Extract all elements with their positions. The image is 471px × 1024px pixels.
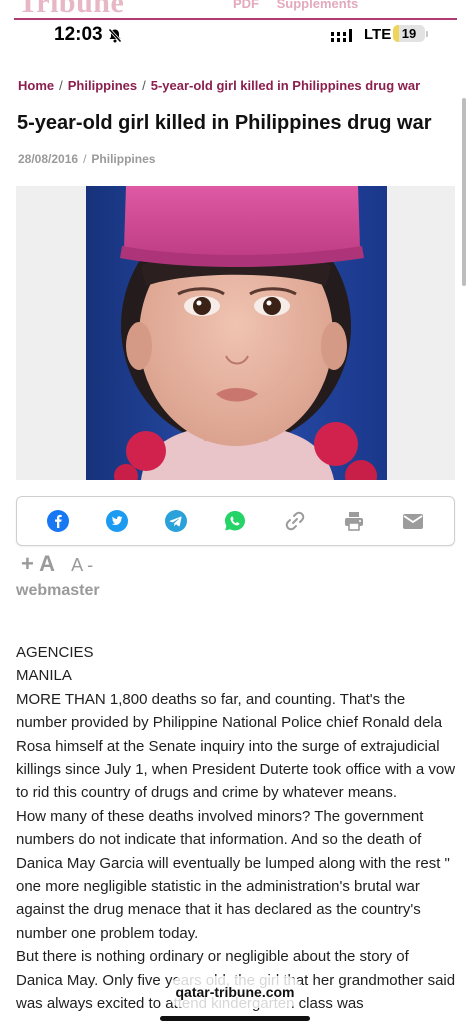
status-time: 12:03 <box>54 24 103 45</box>
article-meta: 28/08/2016 / Philippines <box>18 152 155 166</box>
article-paragraph: MANILA <box>16 667 72 685</box>
status-bar: 12:03 LTE 19 <box>0 20 471 52</box>
meta-separator: / <box>83 152 87 166</box>
facebook-icon[interactable] <box>46 509 70 533</box>
site-logo[interactable]: Tribune <box>18 0 124 20</box>
share-bar <box>16 496 455 546</box>
breadcrumb-separator: / <box>59 78 63 93</box>
font-size-controls: + A A - <box>21 551 93 577</box>
bell-muted-icon <box>108 28 122 48</box>
cellular-signal-icon <box>331 29 357 48</box>
article-author[interactable]: webmaster <box>16 582 100 600</box>
article-photo-frame <box>16 186 455 480</box>
telegram-icon[interactable] <box>164 509 188 533</box>
breadcrumb-category[interactable]: Philippines <box>68 78 137 93</box>
battery-percent: 19 <box>401 26 417 41</box>
home-indicator[interactable] <box>160 1016 310 1021</box>
nav-pdf[interactable]: PDF <box>233 0 259 11</box>
article-paragraph: AGENCIES <box>16 644 94 661</box>
print-icon[interactable] <box>342 509 366 533</box>
link-icon[interactable] <box>283 509 307 533</box>
article-paragraph: How many of these deaths involved minors… <box>16 807 450 942</box>
battery-icon: 19 <box>393 25 425 42</box>
article-photo <box>86 186 387 480</box>
breadcrumb-current[interactable]: 5-year-old girl killed in Philippines dr… <box>151 78 420 93</box>
network-type: LTE <box>364 26 392 43</box>
breadcrumb-home[interactable]: Home <box>18 78 54 93</box>
twitter-icon[interactable] <box>105 509 129 533</box>
article-date: 28/08/2016 <box>18 152 79 166</box>
scrollbar-thumb[interactable] <box>462 98 466 286</box>
site-header: Tribune PDF Supplements <box>0 0 471 20</box>
font-increase-button[interactable]: + A <box>21 551 55 577</box>
breadcrumb-separator: / <box>142 78 146 93</box>
article-paragraph: MORE THAN 1,800 deaths so far, and count… <box>16 690 456 802</box>
site-nav: PDF Supplements <box>233 0 372 11</box>
whatsapp-icon[interactable] <box>223 509 247 533</box>
article-category[interactable]: Philippines <box>91 152 155 166</box>
article-body: AGENCIES MANILA MORE THAN 1,800 deaths s… <box>16 641 456 1016</box>
battery-cap <box>426 31 428 37</box>
font-decrease-button[interactable]: A - <box>71 555 93 576</box>
article-title: 5-year-old girl killed in Philippines dr… <box>17 112 432 134</box>
email-icon[interactable] <box>401 509 425 533</box>
nav-supplements[interactable]: Supplements <box>277 0 359 11</box>
article-page: Tribune PDF Supplements 12:03 LTE 19 Hom… <box>0 0 471 1024</box>
address-bar[interactable]: qatar-tribune.com <box>168 976 302 1008</box>
breadcrumb: Home / Philippines / 5-year-old girl killed … <box>18 78 420 93</box>
